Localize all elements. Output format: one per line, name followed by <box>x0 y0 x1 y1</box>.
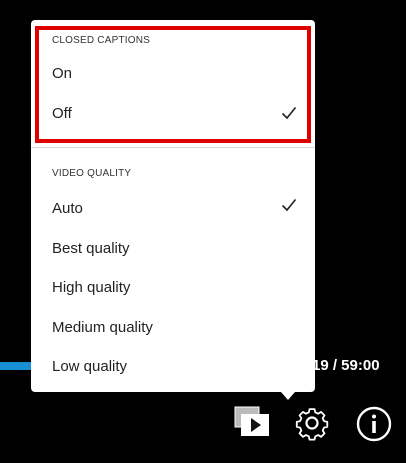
picture-in-picture-button[interactable] <box>233 405 271 439</box>
video-quality-header: VIDEO QUALITY <box>52 168 132 179</box>
settings-button[interactable] <box>294 405 330 441</box>
quality-high-label: High quality <box>52 279 131 296</box>
closed-captions-section: CLOSED CAPTIONS On Off <box>31 20 315 148</box>
quality-high-option[interactable]: High quality <box>31 270 315 306</box>
highlight-box <box>35 26 311 143</box>
picture-in-picture-icon <box>234 406 269 436</box>
quality-auto-option[interactable]: Auto <box>31 191 315 227</box>
quality-best-label: Best quality <box>52 240 130 257</box>
settings-menu: CLOSED CAPTIONS On Off VIDEO QUALITY Aut… <box>31 20 315 400</box>
info-button[interactable] <box>355 405 393 443</box>
quality-best-option[interactable]: Best quality <box>31 231 315 267</box>
quality-medium-option[interactable]: Medium quality <box>31 310 315 346</box>
menu-pointer-arrow <box>281 392 295 400</box>
video-quality-section: VIDEO QUALITY Auto Best quality High qua… <box>31 148 315 392</box>
quality-medium-label: Medium quality <box>52 319 153 336</box>
quality-auto-label: Auto <box>52 200 83 217</box>
checkmark-icon <box>281 198 297 212</box>
quality-low-option[interactable]: Low quality <box>31 349 315 385</box>
settings-gear-icon <box>295 408 329 441</box>
quality-low-label: Low quality <box>52 358 128 375</box>
info-icon <box>356 406 392 442</box>
time-readout: 19 / 59:00 <box>312 357 380 374</box>
